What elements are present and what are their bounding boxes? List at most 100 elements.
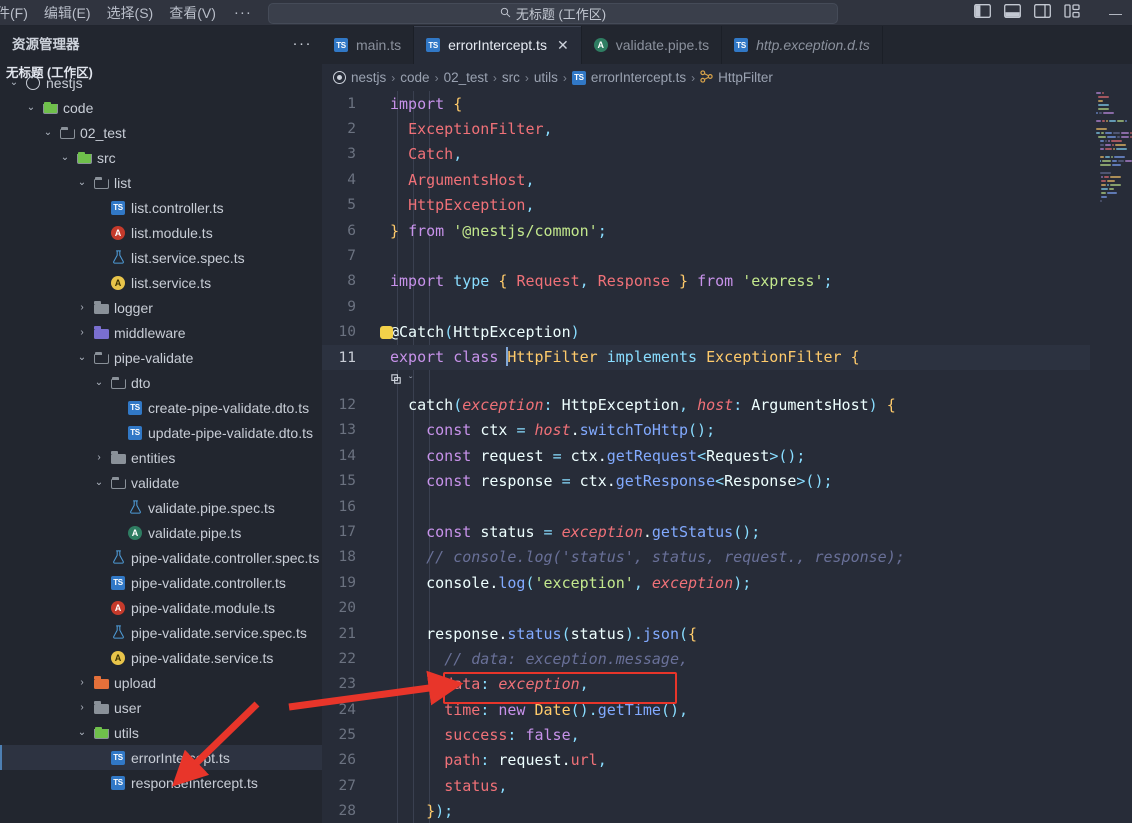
code-line[interactable]: 7 bbox=[322, 243, 1132, 268]
chevron-right-icon[interactable]: › bbox=[74, 327, 90, 338]
tree-item-list-service-spec-ts[interactable]: list.service.spec.ts bbox=[0, 245, 322, 270]
chevron-down-icon[interactable]: ⌄ bbox=[40, 127, 56, 138]
codelens-row[interactable]: ˇ bbox=[322, 370, 1132, 392]
chevron-right-icon[interactable]: › bbox=[74, 702, 90, 713]
menu-selection[interactable]: 选择(S) bbox=[99, 0, 162, 26]
code-line[interactable]: 4 ArgumentsHost, bbox=[322, 167, 1132, 192]
code-line[interactable]: 24 time: new Date().getTime(), bbox=[322, 697, 1132, 722]
menu-more-icon[interactable]: ··· bbox=[224, 4, 262, 21]
code-line[interactable]: 1 import { bbox=[322, 91, 1132, 116]
chevron-right-icon[interactable]: › bbox=[91, 452, 107, 463]
code-line[interactable]: 12 catch(exception: HttpException, host:… bbox=[322, 392, 1132, 417]
breadcrumb-item-httpfilter[interactable]: HttpFilter bbox=[700, 69, 773, 86]
tree-item-pipe-validate-controller-ts[interactable]: TS pipe-validate.controller.ts bbox=[0, 570, 322, 595]
tree-item-user[interactable]: › user bbox=[0, 695, 322, 720]
code-line[interactable]: 19 console.log('exception', exception); bbox=[322, 570, 1132, 595]
breadcrumb-item-src[interactable]: src bbox=[502, 70, 520, 85]
code-editor[interactable]: 1 import {2 ExceptionFilter, 3 Catch, 4 Arg… bbox=[322, 91, 1132, 823]
tree-item-utils[interactable]: ⌄ utils bbox=[0, 720, 322, 745]
explorer-actions-icon[interactable]: ··· bbox=[293, 35, 313, 52]
tree-item-create-pipe-validate-dto-ts[interactable]: TS create-pipe-validate.dto.ts bbox=[0, 395, 322, 420]
tree-item-pipe-validate-module-ts[interactable]: Apipe-validate.module.ts bbox=[0, 595, 322, 620]
code-line[interactable]: 27 status, bbox=[322, 773, 1132, 798]
breadcrumb-item-utils[interactable]: utils bbox=[534, 70, 558, 85]
references-icon[interactable] bbox=[390, 373, 403, 389]
toggle-primary-sidebar-icon[interactable] bbox=[974, 3, 991, 23]
tree-item-responseintercept-ts[interactable]: TS responseIntercept.ts bbox=[0, 770, 322, 795]
tree-item-pipe-validate-service-spec-ts[interactable]: pipe-validate.service.spec.ts bbox=[0, 620, 322, 645]
chevron-down-icon[interactable]: ⌄ bbox=[57, 152, 73, 163]
code-line[interactable]: 22 // data: exception.message, bbox=[322, 646, 1132, 671]
breadcrumb-item-code[interactable]: code bbox=[400, 70, 429, 85]
toggle-secondary-sidebar-icon[interactable] bbox=[1034, 3, 1051, 23]
code-line[interactable]: 28 }); bbox=[322, 799, 1132, 823]
tree-item-nestjs[interactable]: ⌄ nestjs bbox=[0, 70, 322, 95]
code-line[interactable]: 13 const ctx = host.switchToHttp(); bbox=[322, 418, 1132, 443]
tree-item-middleware[interactable]: › middleware bbox=[0, 320, 322, 345]
code-line[interactable]: 2 ExceptionFilter, bbox=[322, 116, 1132, 141]
editor-tab-validate-pipe-ts[interactable]: Avalidate.pipe.ts bbox=[581, 26, 723, 64]
tree-item-list[interactable]: ⌄ list bbox=[0, 170, 322, 195]
breadcrumb-item-nestjs[interactable]: nestjs bbox=[333, 70, 386, 85]
tree-item-dto[interactable]: ⌄ dto bbox=[0, 370, 322, 395]
minimap[interactable] bbox=[1090, 91, 1132, 823]
toggle-panel-icon[interactable] bbox=[1004, 3, 1021, 23]
tree-item-validate-pipe-spec-ts[interactable]: validate.pipe.spec.ts bbox=[0, 495, 322, 520]
breadcrumb-item-errorintercept-ts[interactable]: TS errorIntercept.ts bbox=[571, 70, 686, 85]
editor-tab-errorintercept-ts[interactable]: TS errorIntercept.ts ✕ bbox=[414, 26, 582, 64]
tree-item-code[interactable]: ⌄ code bbox=[0, 95, 322, 120]
chevron-down-icon[interactable]: ⌄ bbox=[91, 477, 107, 488]
code-line[interactable]: 26 path: request.url, bbox=[322, 748, 1132, 773]
code-line[interactable]: 14 const request = ctx.getRequest<Reques… bbox=[322, 443, 1132, 468]
code-line[interactable]: 20 bbox=[322, 595, 1132, 620]
code-line[interactable]: 21 response.status(status).json({ bbox=[322, 621, 1132, 646]
tree-item-logger[interactable]: › logger bbox=[0, 295, 322, 320]
menu-file[interactable]: 件(F) bbox=[0, 0, 36, 26]
chevron-down-icon[interactable]: ⌄ bbox=[74, 352, 90, 363]
tree-item-pipe-validate[interactable]: ⌄ pipe-validate bbox=[0, 345, 322, 370]
tree-item-pipe-validate-service-ts[interactable]: Apipe-validate.service.ts bbox=[0, 645, 322, 670]
code-line[interactable]: 18 // console.log('status', status, requ… bbox=[322, 545, 1132, 570]
quick-fix-lightbulb-icon[interactable] bbox=[380, 325, 393, 339]
close-tab-icon[interactable]: ✕ bbox=[557, 37, 569, 54]
breadcrumb-item-02-test[interactable]: 02_test bbox=[444, 70, 488, 85]
tree-item-pipe-validate-controller-spec-ts[interactable]: pipe-validate.controller.spec.ts bbox=[0, 545, 322, 570]
chevron-down-icon[interactable]: ⌄ bbox=[74, 727, 90, 738]
editor-tab-http-exception-d-ts[interactable]: TS http.exception.d.ts bbox=[722, 26, 883, 64]
code-line[interactable]: 16 bbox=[322, 494, 1132, 519]
chevron-right-icon[interactable]: › bbox=[74, 302, 90, 313]
tree-item-errorintercept-ts[interactable]: TS errorIntercept.ts bbox=[0, 745, 322, 770]
minimize-button[interactable]: — bbox=[1099, 0, 1132, 26]
tree-item-upload[interactable]: › upload bbox=[0, 670, 322, 695]
editor-tab-main-ts[interactable]: TS main.ts bbox=[322, 26, 415, 64]
command-center[interactable]: 无标题 (工作区) bbox=[268, 3, 838, 24]
code-line[interactable]: 5 HttpException, bbox=[322, 193, 1132, 218]
code-line[interactable]: 17 const status = exception.getStatus(); bbox=[322, 519, 1132, 544]
tree-item-validate[interactable]: ⌄ validate bbox=[0, 470, 322, 495]
tree-item-src[interactable]: ⌄ src bbox=[0, 145, 322, 170]
code-line[interactable]: 6} from '@nestjs/common'; bbox=[322, 218, 1132, 243]
menu-edit[interactable]: 编辑(E) bbox=[36, 0, 99, 26]
tree-item-list-controller-ts[interactable]: TS list.controller.ts bbox=[0, 195, 322, 220]
chevron-right-icon[interactable]: › bbox=[74, 677, 90, 688]
code-line[interactable]: 23 data: exception, bbox=[322, 672, 1132, 697]
menu-view[interactable]: 查看(V) bbox=[161, 0, 224, 26]
code-line[interactable]: 25 success: false, bbox=[322, 722, 1132, 747]
tree-item-entities[interactable]: › entities bbox=[0, 445, 322, 470]
code-line[interactable]: 9 bbox=[322, 294, 1132, 319]
tree-item-update-pipe-validate-dto-ts[interactable]: TS update-pipe-validate.dto.ts bbox=[0, 420, 322, 445]
code-line[interactable]: 11 export class HttpFilter implements Exc… bbox=[322, 344, 1132, 371]
tree-item-list-service-ts[interactable]: Alist.service.ts bbox=[0, 270, 322, 295]
tree-item-02-test[interactable]: ⌄ 02_test bbox=[0, 120, 322, 145]
tree-item-list-module-ts[interactable]: Alist.module.ts bbox=[0, 220, 322, 245]
code-line[interactable]: 15 const response = ctx.getResponse<Resp… bbox=[322, 468, 1132, 493]
code-line[interactable]: 8 import type { Request, Response } from … bbox=[322, 269, 1132, 294]
chevron-down-icon[interactable]: ˇ bbox=[409, 376, 412, 387]
customize-layout-icon[interactable] bbox=[1064, 3, 1081, 23]
chevron-down-icon[interactable]: ⌄ bbox=[23, 102, 39, 113]
code-line[interactable]: 3 Catch, bbox=[322, 142, 1132, 167]
code-line[interactable]: 10 @Catch(HttpException) bbox=[322, 320, 1132, 345]
tree-item-validate-pipe-ts[interactable]: Avalidate.pipe.ts bbox=[0, 520, 322, 545]
chevron-down-icon[interactable]: ⌄ bbox=[6, 77, 22, 88]
chevron-down-icon[interactable]: ⌄ bbox=[91, 377, 107, 388]
